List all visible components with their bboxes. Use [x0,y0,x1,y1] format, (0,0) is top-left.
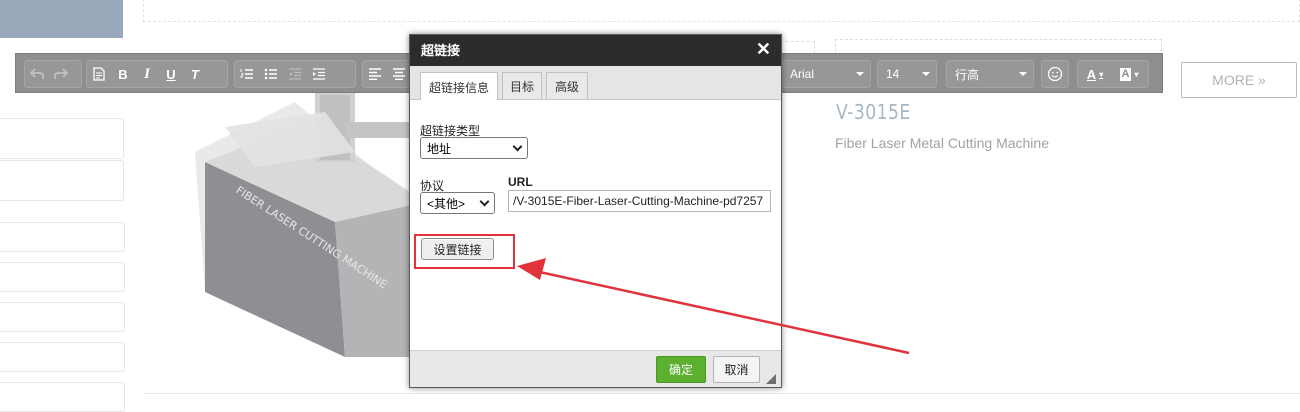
text-color-button[interactable]: A ▾ [1078,62,1112,86]
italic-button[interactable]: I [135,62,159,86]
bg-color-button[interactable]: A ▾ [1112,62,1146,86]
header-block [0,0,123,38]
url-input[interactable]: /V-3015E-Fiber-Laser-Cutting-Machine-pd7… [508,190,771,212]
text-color-label: A [1086,66,1097,82]
font-size-select[interactable]: 14 [877,60,937,88]
bold-button[interactable]: B [111,62,135,86]
bullet-list-icon[interactable] [259,62,283,86]
cancel-button[interactable]: 取消 [713,356,760,383]
hyperlink-dialog: 超链接 ✕ 超链接信息 目标 高级 超链接类型 地址 协议 <其他> URL /… [409,34,782,388]
left-panel-row [0,118,124,159]
chevron-down-icon: ▾ [1099,69,1104,79]
outdent-icon[interactable] [283,62,307,86]
tab-link-info[interactable]: 超链接信息 [420,72,498,101]
undo-icon[interactable] [25,62,49,86]
link-type-value: 地址 [427,141,452,156]
clear-format-button[interactable]: T [183,62,207,86]
chevron-down-icon [1019,72,1027,76]
emoji-group [1041,60,1069,88]
left-field[interactable] [0,262,125,292]
chevron-down-icon [922,72,930,76]
align-group [362,60,412,88]
protocol-select[interactable]: <其他> [420,192,495,214]
product-subtitle: Fiber Laser Metal Cutting Machine [835,135,1049,151]
ordered-list-icon[interactable] [235,62,259,86]
tab-target[interactable]: 目标 [502,72,542,99]
product-title: V-3015E [836,100,911,124]
indent-icon[interactable] [307,62,331,86]
ok-button[interactable]: 确定 [656,356,706,383]
protocol-value: <其他> [427,196,466,211]
left-panel-row [0,160,124,201]
chevron-down-icon: ▾ [1134,69,1139,79]
dialog-body: 超链接类型 地址 协议 <其他> URL /V-3015E-Fiber-Lase… [410,100,781,350]
dialog-title: 超链接 [410,35,781,66]
left-field[interactable] [0,222,125,252]
emoji-icon[interactable] [1043,62,1067,86]
url-label: URL [508,175,533,189]
list-group [234,60,356,88]
document-icon[interactable] [87,62,111,86]
font-family-select[interactable]: Arial [781,60,871,88]
chevron-down-icon [512,141,523,152]
chevron-down-icon [856,72,864,76]
close-icon[interactable]: ✕ [756,35,771,64]
dialog-footer: 确定 取消 [410,350,781,387]
set-link-button[interactable]: 设置链接 [421,238,494,260]
left-field[interactable] [0,342,125,372]
line-height-select[interactable]: 行高 [946,60,1034,88]
more-button[interactable]: MORE » [1181,62,1297,98]
dialog-tabs: 超链接信息 目标 高级 [410,66,781,101]
left-field[interactable] [0,302,125,332]
left-field[interactable] [0,382,125,412]
line-height-value: 行高 [955,67,980,82]
align-center-icon[interactable] [387,62,411,86]
tab-advanced[interactable]: 高级 [546,72,588,99]
color-group: A ▾ A ▾ [1077,60,1149,88]
link-type-select[interactable]: 地址 [420,137,528,159]
history-group [24,60,82,88]
resize-handle-icon[interactable] [766,374,776,384]
format-group: B I U T [86,60,228,88]
chevron-down-icon [479,196,490,207]
top-dashed-area [143,0,1300,22]
bg-color-label: A [1119,67,1132,81]
underline-button[interactable]: U [159,62,183,86]
align-left-icon[interactable] [363,62,387,86]
redo-icon[interactable] [49,62,73,86]
font-size-value: 14 [886,67,900,81]
divider [143,393,1300,394]
font-family-value: Arial [790,67,815,81]
